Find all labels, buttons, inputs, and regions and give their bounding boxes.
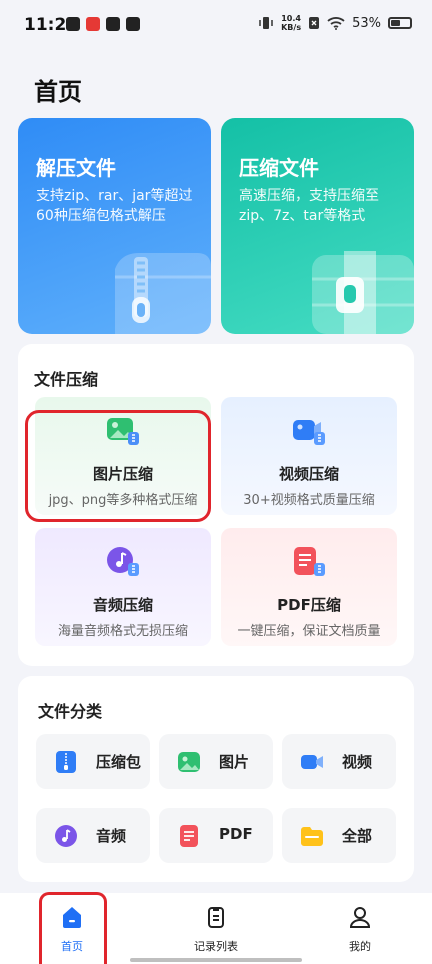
notification-icons — [66, 17, 140, 31]
category-all[interactable]: 全部 — [282, 808, 396, 863]
audio-compress-icon — [107, 547, 139, 576]
battery-percent: 53% — [352, 15, 381, 31]
zipper-archive-icon — [115, 253, 211, 334]
nav-records[interactable]: 记录列表 — [171, 893, 261, 957]
battery-icon — [388, 17, 412, 29]
image-compress-desc: jpg、png等多种格式压缩 — [48, 493, 198, 508]
category-video-label: 视频 — [342, 753, 373, 771]
vibrate-icon — [259, 17, 273, 29]
compress-section: 文件压缩 图片压缩 jpg、png等多种格式压缩 视频压缩 30+视频格式质量压… — [18, 344, 414, 666]
category-image-label: 图片 — [219, 753, 250, 771]
category-audio-label: 音频 — [96, 827, 127, 845]
speed-value: 10.4 — [281, 14, 301, 23]
bottom-nav: 首页 记录列表 我的 — [0, 893, 432, 964]
zip-description: 高速压缩，支持压缩至zip、7z、tar等格式 — [239, 188, 379, 224]
unzip-title: 解压文件 — [36, 156, 116, 180]
audio-compress-label: 音频压缩 — [92, 596, 153, 614]
audio-icon — [55, 825, 77, 847]
network-speed: 10.4 KB/s — [281, 14, 301, 32]
user-icon — [349, 907, 371, 928]
video-compress-desc: 30+视频格式质量压缩 — [243, 493, 375, 508]
unzip-card[interactable]: 解压文件 支持zip、rar、jar等超过60种压缩包格式解压 — [18, 118, 211, 334]
status-bar: 11:27 10.4 KB/s 53% — [0, 0, 432, 50]
nav-mine-label: 我的 — [349, 940, 371, 953]
unzip-description: 支持zip、rar、jar等超过60种压缩包格式解压 — [36, 188, 193, 224]
category-video[interactable]: 视频 — [282, 734, 396, 789]
wifi-icon — [327, 17, 345, 30]
home-indicator — [130, 958, 302, 962]
image-icon — [178, 752, 200, 772]
nav-home[interactable]: 首页 — [27, 893, 117, 957]
image-compress-tile[interactable]: 图片压缩 jpg、png等多种格式压缩 — [35, 397, 211, 515]
nav-home-label: 首页 — [61, 940, 83, 953]
category-section: 文件分类 压缩包 图片 视频 音频 PDF 全部 — [18, 676, 414, 882]
page-title: 首页 — [34, 78, 82, 106]
pdf-icon — [180, 825, 198, 847]
video-compress-icon — [293, 420, 325, 445]
audio-compress-desc: 海量音频格式无损压缩 — [57, 624, 188, 639]
image-compress-label: 图片压缩 — [92, 465, 153, 483]
link-notification-icon — [126, 17, 140, 31]
archive-icon — [56, 751, 76, 773]
video-compress-tile[interactable]: 视频压缩 30+视频格式质量压缩 — [221, 397, 397, 515]
compress-section-title: 文件压缩 — [34, 370, 99, 389]
category-archive[interactable]: 压缩包 — [36, 734, 150, 789]
pdf-compress-tile[interactable]: PDF压缩 一键压缩，保证文档质量 — [221, 528, 397, 646]
pdf-compress-icon — [294, 547, 325, 576]
category-image[interactable]: 图片 — [159, 734, 273, 789]
zip-card[interactable]: 压缩文件 高速压缩，支持压缩至zip、7z、tar等格式 — [221, 118, 414, 334]
media-notification-icon — [66, 17, 80, 31]
video-compress-label: 视频压缩 — [278, 465, 339, 483]
audio-compress-tile[interactable]: 音频压缩 海量音频格式无损压缩 — [35, 528, 211, 646]
category-archive-label: 压缩包 — [96, 753, 142, 771]
category-audio[interactable]: 音频 — [36, 808, 150, 863]
category-all-label: 全部 — [342, 827, 373, 845]
compress-box-icon — [312, 251, 414, 334]
speed-unit: KB/s — [281, 23, 302, 32]
no-sim-icon — [309, 17, 320, 29]
pdf-compress-label: PDF压缩 — [277, 596, 341, 614]
category-pdf[interactable]: PDF — [159, 808, 273, 863]
category-pdf-label: PDF — [219, 825, 253, 843]
message-notification-icon — [106, 17, 120, 31]
home-icon — [63, 907, 81, 928]
pdf-compress-desc: 一键压缩，保证文档质量 — [237, 624, 381, 639]
nav-records-label: 记录列表 — [194, 940, 238, 953]
app-notification-icon — [86, 17, 100, 31]
image-compress-icon — [107, 418, 139, 445]
video-icon — [301, 755, 323, 769]
zip-title: 压缩文件 — [239, 156, 319, 180]
records-list-icon — [208, 907, 224, 928]
category-section-title: 文件分类 — [38, 702, 103, 721]
folder-icon — [301, 827, 323, 846]
nav-mine[interactable]: 我的 — [315, 893, 405, 957]
